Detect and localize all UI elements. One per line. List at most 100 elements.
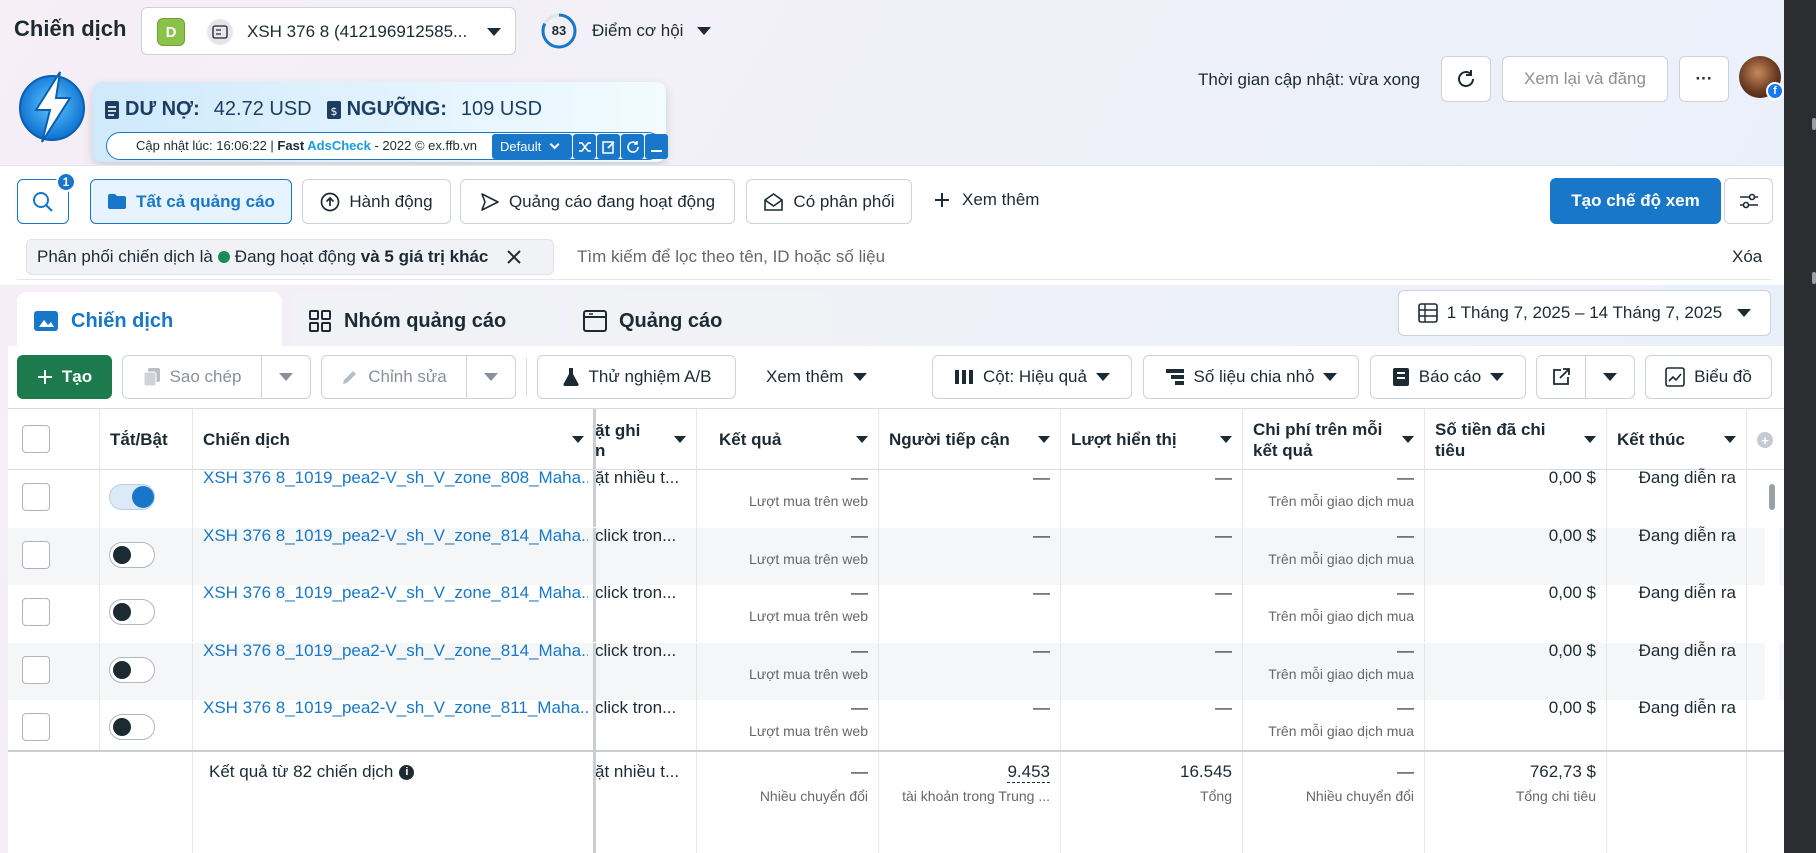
campaign-name-link[interactable]: XSH 376 8_1019_pea2-V_sh_V_zone_814_Maha… [203, 641, 588, 661]
create-button[interactable]: Tạo [17, 355, 112, 399]
columns-button[interactable]: Cột: Hiệu quả [932, 355, 1132, 399]
filter-search-input[interactable]: Tìm kiếm để lọc theo tên, ID hoặc số liệ… [577, 247, 885, 267]
toggle-knob [113, 718, 131, 736]
bid-strategy: click tron... [595, 642, 677, 660]
external-link-icon [1553, 368, 1570, 385]
delivery-tab[interactable]: Có phân phối [746, 179, 912, 224]
campaign-name-link[interactable]: XSH 376 8_1019_pea2-V_sh_V_zone_808_Maha… [203, 468, 588, 488]
see-more-filters[interactable]: Xem thêm [934, 190, 1039, 210]
info-icon[interactable]: i [399, 764, 415, 780]
shuffle-button[interactable] [573, 134, 596, 159]
summary-cost-sub: Nhiều chuyển đổi [1305, 788, 1414, 804]
row-checkbox[interactable] [22, 483, 50, 511]
folder-icon [108, 194, 127, 209]
scrollbar-thumb[interactable] [1769, 484, 1775, 510]
header-results[interactable]: Kết quả [697, 409, 879, 471]
campaign-name-link[interactable]: XSH 376 8_1019_pea2-V_sh_V_zone_814_Maha… [203, 583, 588, 603]
add-column-icon: + [1757, 432, 1773, 448]
create-view-button[interactable]: Tạo chế độ xem [1550, 178, 1721, 224]
cost-type: Trên mỗi giao dịch mua [1268, 550, 1414, 567]
lightning-logo-icon [19, 71, 85, 143]
clear-filters-link[interactable]: Xóa [1732, 247, 1762, 267]
table-row[interactable]: XSH 376 8_1019_pea2-V_sh_V_zone_814_Maha… [8, 583, 1784, 642]
row-checkbox[interactable] [22, 713, 50, 741]
charts-button[interactable]: Biểu đồ [1645, 355, 1772, 399]
header-add-column[interactable]: + [1747, 409, 1784, 471]
avatar[interactable]: f [1739, 56, 1784, 100]
breakdown-button[interactable]: Số liệu chia nhỏ [1143, 355, 1359, 399]
edit-button[interactable] [597, 134, 620, 159]
minimize-button[interactable] [645, 134, 668, 159]
campaign-toggle[interactable] [109, 541, 155, 568]
campaign-toggle[interactable] [109, 599, 155, 625]
table-row[interactable]: XSH 376 8_1019_pea2-V_sh_V_zone_814_Maha… [8, 640, 1784, 700]
all-ads-tab[interactable]: Tất cả quảng cáo [90, 179, 292, 224]
header-reach[interactable]: Người tiếp cận [879, 409, 1061, 471]
tab-ads[interactable]: Quảng cáo [567, 292, 832, 350]
date-range-picker[interactable]: 1 Tháng 7, 2025 – 14 Tháng 7, 2025 [1398, 290, 1771, 336]
filter-chip[interactable]: Phân phối chiến dịch là Đang hoạt động v… [26, 239, 554, 275]
summary-row: Kết quả từ 82 chiến dịch i ặt nhiều t...… [8, 752, 1784, 853]
campaign-name-link[interactable]: XSH 376 8_1019_pea2-V_sh_V_zone_814_Maha… [203, 526, 588, 546]
export-button[interactable] [1536, 355, 1586, 399]
chevron-down-icon [484, 373, 498, 381]
tab-campaigns[interactable]: Chiến dịch [17, 292, 282, 350]
search-button[interactable]: 1 [17, 172, 76, 224]
active-ads-tab[interactable]: Quảng cáo đang hoạt động [460, 179, 735, 224]
spent-value: 0,00 $ [1548, 468, 1596, 487]
table-row[interactable]: XSH 376 8_1019_pea2-V_sh_V_zone_811_Maha… [8, 698, 1784, 757]
extension-mode-select[interactable]: Default [492, 134, 572, 159]
reload-button[interactable] [621, 134, 644, 159]
header-impressions[interactable]: Lượt hiển thị [1061, 409, 1243, 471]
row-checkbox[interactable] [22, 540, 50, 569]
campaign-toggle[interactable] [109, 714, 155, 740]
header-cost[interactable]: Chi phí trên mỗi kết quả [1243, 409, 1425, 471]
cost-type: Trên mỗi giao dịch mua [1268, 723, 1414, 739]
row-checkbox[interactable] [22, 598, 50, 626]
header-campaign[interactable]: Chiến dịch [193, 409, 595, 471]
duplicate-dropdown[interactable] [261, 355, 311, 399]
results-value: — [851, 640, 868, 660]
spent-value: 0,00 $ [1548, 640, 1596, 660]
table-row[interactable]: XSH 376 8_1019_pea2-V_sh_V_zone_808_Maha… [8, 468, 1784, 527]
threshold-value: 109 USD [460, 98, 543, 120]
tab-ad-sets[interactable]: Nhóm quảng cáo [292, 292, 557, 350]
edit-dropdown[interactable] [466, 355, 516, 399]
toggle-knob [113, 603, 131, 621]
end-status: Đang diễn ra [1638, 468, 1736, 487]
campaign-toggle[interactable] [109, 484, 155, 510]
select-all-checkbox[interactable] [22, 425, 50, 453]
opportunity-score-button[interactable]: 83 Điểm cơ hội [540, 10, 712, 52]
results-type: Lượt mua trên web [749, 550, 868, 567]
more-options-button[interactable]: ··· [1679, 56, 1729, 102]
review-publish-button[interactable]: Xem lại và đăng [1502, 56, 1668, 102]
duplicate-button[interactable]: Sao chép [122, 355, 262, 399]
header-end[interactable]: Kết thúc [1607, 409, 1747, 471]
score-value: 83 [551, 23, 567, 38]
row-checkbox[interactable] [22, 655, 50, 684]
reach-value: — [1033, 583, 1050, 602]
table-scrollbar[interactable] [1765, 472, 1779, 750]
send-icon [481, 192, 499, 211]
view-settings-button[interactable] [1724, 178, 1773, 224]
summary-reach[interactable]: 9.453 [1007, 762, 1050, 783]
close-icon[interactable] [506, 249, 522, 265]
table-row[interactable]: XSH 376 8_1019_pea2-V_sh_V_zone_814_Maha… [8, 526, 1784, 585]
reports-button[interactable]: Báo cáo [1370, 355, 1526, 399]
toolbar-more[interactable]: Xem thêm [766, 367, 868, 387]
actions-tab[interactable]: Hành động [302, 179, 451, 224]
header-spent[interactable]: Số tiền đã chi tiêu [1425, 409, 1607, 471]
copy-icon [143, 368, 160, 387]
results-type: Lượt mua trên web [749, 493, 868, 509]
header-bid[interactable]: ặt ghi n [595, 409, 697, 471]
header-select-all[interactable] [8, 409, 100, 471]
summary-spent-sub: Tổng chi tiêu [1515, 788, 1596, 804]
ab-test-button[interactable]: Thử nghiệm A/B [537, 355, 736, 399]
account-selector[interactable]: D XSH 376 8 (412196912585... [141, 7, 516, 55]
refresh-button[interactable] [1441, 56, 1491, 102]
campaign-name-link[interactable]: XSH 376 8_1019_pea2-V_sh_V_zone_811_Maha… [203, 698, 588, 718]
browser-side-rail [1784, 0, 1816, 853]
campaign-toggle[interactable] [109, 656, 155, 683]
export-dropdown[interactable] [1585, 355, 1635, 399]
edit-button[interactable]: Chỉnh sửa [321, 355, 467, 399]
